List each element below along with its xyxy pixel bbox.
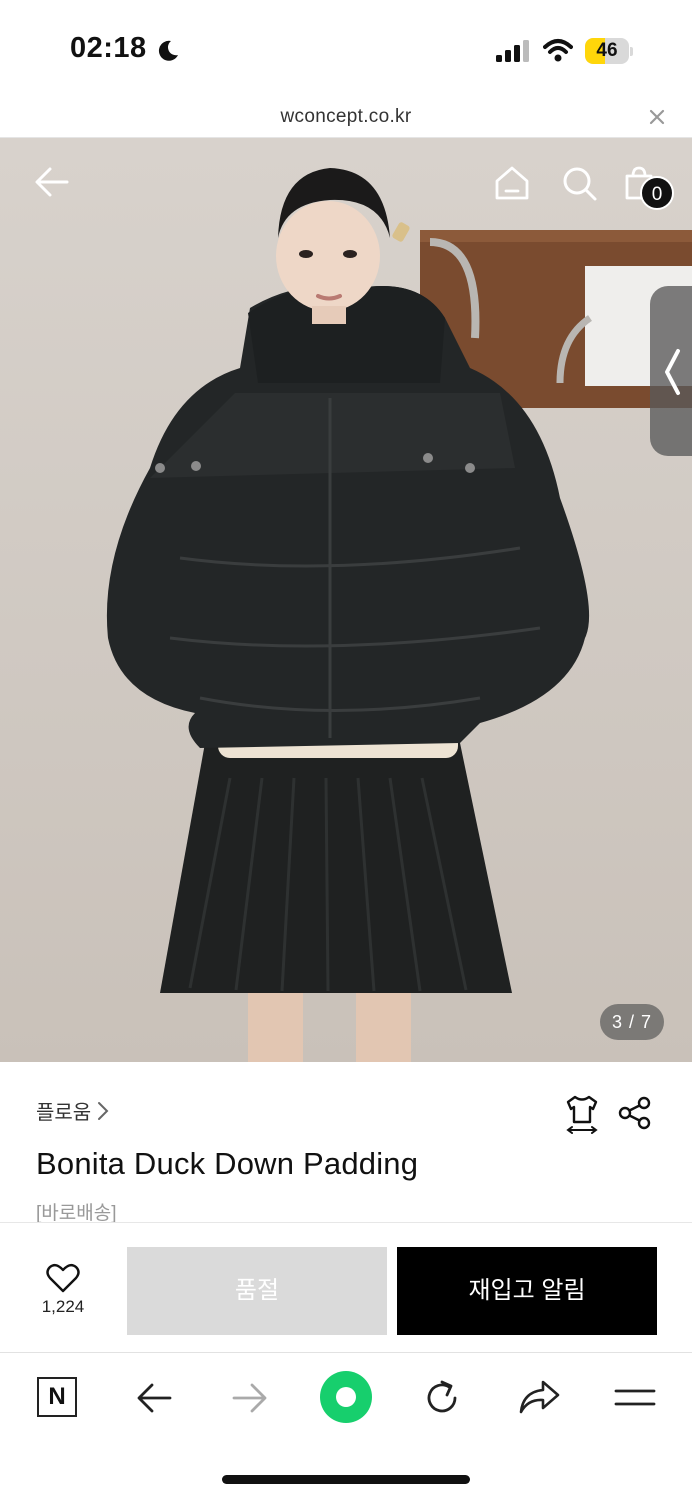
menu-icon[interactable] [614,1387,656,1409]
product-image-carousel[interactable]: 0 3 / 7 [0,138,692,1062]
search-icon[interactable] [562,166,598,202]
reload-icon[interactable] [422,1378,462,1418]
signal-icon [496,40,529,62]
status-bar: 02:18 46 [0,0,692,100]
delivery-tag: [바로배송] [36,1203,117,1224]
wifi-icon [543,39,573,62]
back-arrow-icon[interactable] [34,164,70,200]
naver-logo-icon[interactable]: N [37,1377,77,1417]
share-icon[interactable] [618,1096,652,1130]
product-photo [106,168,692,1062]
wishlist-button[interactable]: 1,224 [20,1263,106,1317]
back-icon[interactable] [136,1381,172,1415]
brand-name[interactable]: 플로움 [36,1096,91,1125]
home-icon[interactable] [493,164,531,202]
url-text[interactable]: wconcept.co.kr [0,106,692,128]
battery-level: 46 [596,40,618,61]
url-bar[interactable]: wconcept.co.kr [0,100,692,138]
hero-nav: 0 [0,138,692,230]
product-name: Bonita Duck Down Padding [36,1146,419,1181]
forward-icon[interactable] [232,1381,268,1415]
soldout-button[interactable]: 품절 [127,1247,387,1335]
status-time: 02:18 [70,32,147,64]
chevron-right-icon [98,1101,109,1120]
restock-alert-button[interactable]: 재입고 알림 [397,1247,657,1335]
moon-icon [158,40,178,61]
cart-count-badge[interactable]: 0 [640,176,674,210]
wishlist-count: 1,224 [41,1297,85,1316]
product-info: 플로움 Bonita Duck Down Padding [바로배송] [0,1062,692,1224]
image-counter: 3 / 7 [600,1004,664,1040]
purchase-bar: 1,224 품절 재입고 알림 [0,1222,692,1352]
side-panel-tab[interactable] [650,286,692,456]
heart-icon[interactable] [46,1263,80,1293]
share-icon[interactable] [518,1379,560,1415]
green-dot-icon[interactable] [320,1371,372,1423]
chevron-left-icon [665,349,680,395]
size-guide-icon[interactable] [564,1094,600,1134]
close-icon[interactable] [646,106,668,128]
battery-icon: 46 [585,38,633,65]
brand-link[interactable]: 플로움 [36,1096,109,1125]
home-indicator[interactable] [222,1475,470,1484]
